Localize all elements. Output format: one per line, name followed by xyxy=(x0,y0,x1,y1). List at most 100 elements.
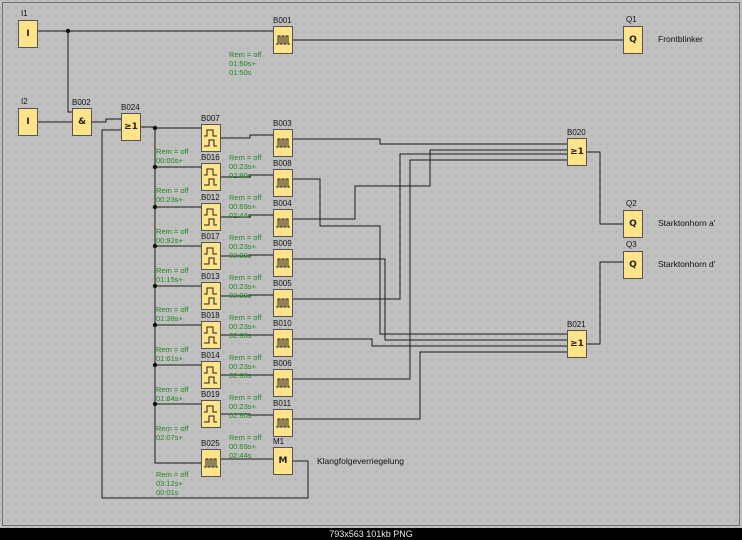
block-label: B002 xyxy=(72,98,91,107)
block-b003[interactable] xyxy=(273,129,293,157)
block-symbol: & xyxy=(78,117,86,127)
block-b001[interactable] xyxy=(273,26,293,54)
block-label: I1 xyxy=(21,9,28,18)
block-label: B024 xyxy=(121,103,140,112)
parameter-line: Rem = off xyxy=(229,233,262,242)
parameter-text: Rem = off 02:07s+ xyxy=(156,424,189,442)
parameter-line: Rem = off xyxy=(156,266,189,275)
parameter-line: 01:50s+ xyxy=(229,59,256,68)
block-q2[interactable]: Q xyxy=(623,210,643,238)
block-b010[interactable] xyxy=(273,329,293,357)
block-b004[interactable] xyxy=(273,209,293,237)
block-label: B006 xyxy=(273,359,292,368)
output-label: Frontblinker xyxy=(658,34,703,44)
parameter-line: 00:01s xyxy=(156,488,179,497)
parameter-line: 01:84s+ xyxy=(156,394,183,403)
block-b014[interactable] xyxy=(201,361,221,389)
parameter-line: Rem = off xyxy=(156,227,189,236)
image-info-bar: 793x563 101kb PNG xyxy=(0,528,742,540)
parameter-line: 02:90s xyxy=(229,251,252,260)
block-symbol: ≥1 xyxy=(570,147,584,157)
parameter-line: Rem = off xyxy=(229,313,262,322)
wire xyxy=(221,134,273,139)
parameter-line: Rem = off xyxy=(156,345,189,354)
block-b020[interactable]: ≥1 xyxy=(567,138,587,166)
block-symbol: Q xyxy=(629,35,637,45)
block-b005[interactable] xyxy=(273,289,293,317)
block-label: B007 xyxy=(201,114,220,123)
junction-dot xyxy=(152,204,158,210)
block-b013[interactable] xyxy=(201,282,221,310)
parameter-line: 00:92s+ xyxy=(156,236,183,245)
block-symbol: Q xyxy=(629,219,637,229)
block-q3[interactable]: Q xyxy=(623,251,643,279)
wire xyxy=(141,126,201,464)
parameter-line: 00:69s+ xyxy=(229,202,256,211)
parameter-text: Rem = off 00:23s+ 02:90s xyxy=(229,273,262,300)
parameter-line: Rem = off xyxy=(229,353,262,362)
block-label: Q2 xyxy=(626,199,637,208)
block-label: B017 xyxy=(201,232,220,241)
parameter-text: Rem = off 00:23s+ 02:90s xyxy=(229,153,262,180)
parameter-line: 02:90s xyxy=(229,371,252,380)
block-label: B011 xyxy=(273,399,292,408)
parameter-line: 02:90s xyxy=(229,331,252,340)
block-b011[interactable] xyxy=(273,409,293,437)
parameter-text: Rem = off 00:23s+ 02:90s xyxy=(229,393,262,420)
block-m1[interactable]: M xyxy=(273,447,293,475)
block-b006[interactable] xyxy=(273,369,293,397)
block-b025[interactable] xyxy=(201,449,221,477)
block-b021[interactable]: ≥1 xyxy=(567,330,587,358)
junction-dot xyxy=(152,362,158,368)
parameter-line: Rem = off xyxy=(156,470,189,479)
parameter-line: 00:23s+ xyxy=(229,162,256,171)
parameter-line: 00:23s+ xyxy=(229,362,256,371)
parameter-text: Rem = off 00:23s+ 02:90s xyxy=(229,353,262,380)
block-i2[interactable]: I xyxy=(18,108,38,136)
parameter-text: Rem = off 00:92s+ xyxy=(156,227,189,245)
block-label: B001 xyxy=(273,16,292,25)
block-b008[interactable] xyxy=(273,169,293,197)
parameter-line: Rem = off xyxy=(156,385,189,394)
block-b009[interactable] xyxy=(273,249,293,277)
block-label: M1 xyxy=(273,437,285,446)
block-label: Q3 xyxy=(626,240,637,249)
block-label: B014 xyxy=(201,351,220,360)
wire xyxy=(293,138,567,145)
parameter-text: Rem = off 01:15s+ xyxy=(156,266,189,284)
block-b007[interactable] xyxy=(201,124,221,152)
parameter-text: Rem = off 01:84s+ xyxy=(156,385,189,403)
block-label: B019 xyxy=(201,390,220,399)
parameter-line: 00:23s+ xyxy=(229,242,256,251)
block-i1[interactable]: I xyxy=(18,20,38,48)
block-label: B008 xyxy=(273,159,292,168)
block-label: B009 xyxy=(273,239,292,248)
parameter-line: Rem = off xyxy=(156,186,189,195)
parameter-line: 02:90s xyxy=(229,291,252,300)
block-q1[interactable]: Q xyxy=(623,26,643,54)
wire xyxy=(293,351,567,420)
block-b017[interactable] xyxy=(201,242,221,270)
parameter-line: 00:23s+ xyxy=(156,195,183,204)
parameter-text: Rem = off 00:23s+ 02:90s xyxy=(229,233,262,260)
wire xyxy=(92,118,121,123)
block-label: B012 xyxy=(201,193,220,202)
block-symbol: M xyxy=(278,456,288,466)
block-label: B004 xyxy=(273,199,292,208)
output-label: Starktonhorn a' xyxy=(658,218,716,228)
block-b018[interactable] xyxy=(201,321,221,349)
block-b012[interactable] xyxy=(201,203,221,231)
block-b024[interactable]: ≥1 xyxy=(121,113,141,141)
block-b019[interactable] xyxy=(201,400,221,428)
block-b002[interactable]: & xyxy=(72,108,92,136)
parameter-text: Rem = off 01:50s+ 01:50s xyxy=(229,50,262,77)
block-symbol: I xyxy=(26,117,30,127)
parameter-line: Rem = off xyxy=(229,193,262,202)
parameter-line: 01:61s+ xyxy=(156,354,183,363)
parameter-text: Rem = off 03:12s+ 00:01s xyxy=(156,470,189,497)
parameter-text: Rem = off 00:23s+ 02:90s xyxy=(229,313,262,340)
block-b016[interactable] xyxy=(201,163,221,191)
output-label: Klangfolgeverriegelung xyxy=(317,456,404,466)
parameter-text: Rem = off 00:69s+ 02:44s xyxy=(229,433,262,460)
junction-dot xyxy=(152,322,158,328)
